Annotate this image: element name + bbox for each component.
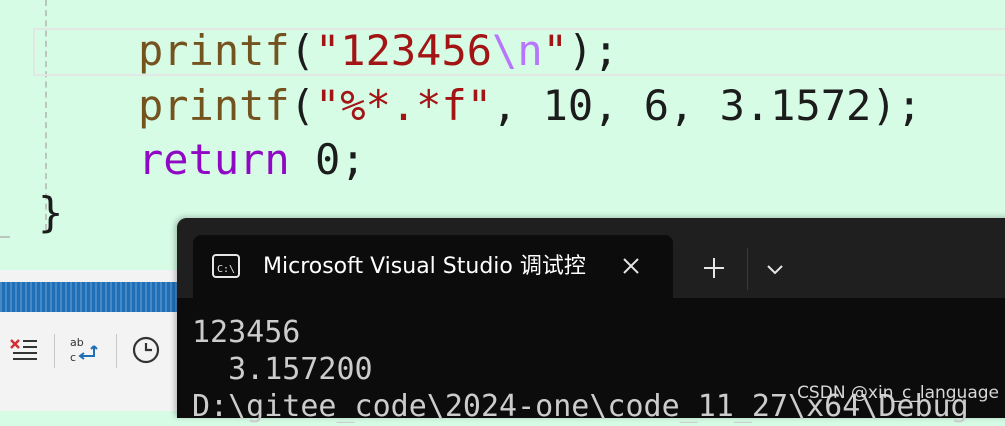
code-line-4[interactable]: } [38,186,63,240]
function-name: printf [138,26,290,75]
toolbar-separator [116,334,117,368]
tab-title: Microsoft Visual Studio 调试控 [263,254,586,279]
number-literal: 0 [315,135,341,184]
punctuation: ); [567,26,619,75]
keyword: return [138,135,290,184]
watermark: CSDN @xin_c_language [797,383,999,403]
string-literal: "%*.*f" [315,81,493,130]
punctuation: ); [871,81,922,130]
titlebar-divider [747,248,748,290]
terminal-titlebar[interactable]: C:\ Microsoft Visual Studio 调试控 [177,218,1005,298]
clock-icon[interactable] [130,334,162,366]
list-clear-icon[interactable] [8,334,40,366]
terminal-icon: C:\ [211,251,241,281]
escape-sequence: \n [492,26,543,75]
toolbar-separator [54,334,55,368]
replace-text-icon[interactable]: ab c [68,334,100,366]
punctuation: ( [289,26,316,75]
punctuation: ; [340,135,366,184]
string-literal: "123456 [315,26,493,75]
terminal-tab[interactable]: C:\ Microsoft Visual Studio 调试控 [193,235,673,298]
punctuation: ( [289,81,316,130]
code-line-3[interactable]: return 0; [138,133,366,187]
code-line-2[interactable]: printf("%*.*f", 10, 6, 3.1572); [138,79,922,133]
terminal-output-line: 3.157200 [192,352,373,387]
close-icon[interactable] [617,252,645,280]
closing-brace: } [38,188,64,237]
panel-title-bar[interactable] [0,282,180,312]
gutter-mark [0,236,10,238]
svg-text:C:\: C:\ [217,264,235,275]
svg-text:c: c [70,351,76,364]
code-line-1[interactable]: printf("123456\n"); [138,24,618,78]
svg-text:ab: ab [70,336,84,349]
terminal-output-line: 123456 [192,315,301,350]
chevron-down-icon[interactable] [761,255,789,283]
plus-icon[interactable] [697,251,731,285]
function-name: printf [138,81,290,130]
arguments: , 10, 6, 3.1572 [492,81,872,130]
string-literal-end: " [542,26,568,75]
